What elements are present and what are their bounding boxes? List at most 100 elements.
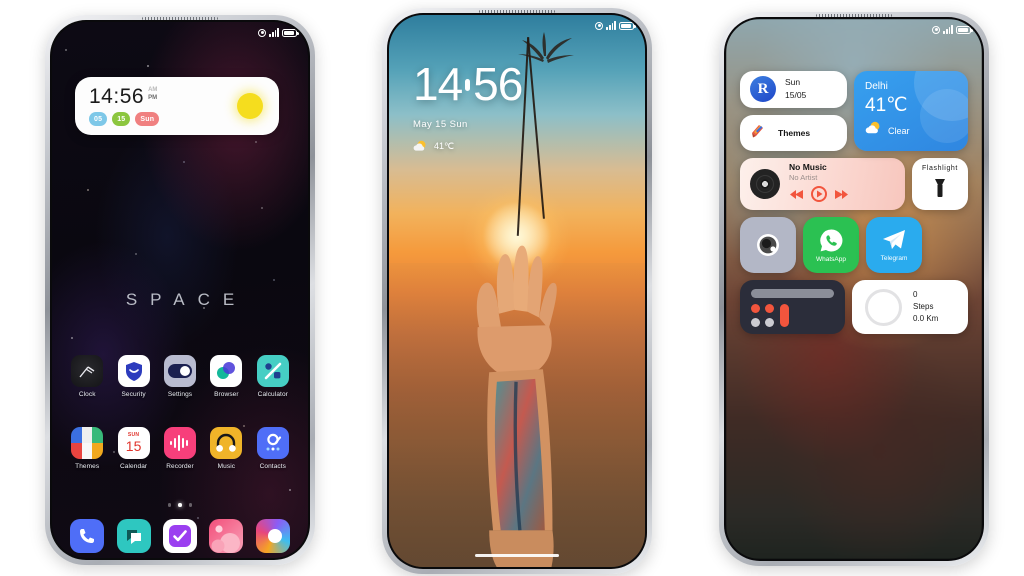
music-widget[interactable]: No Music No Artist xyxy=(740,158,905,210)
date-widget-text: Sun 15/05 xyxy=(785,76,806,102)
steps-value: 0 xyxy=(913,290,918,299)
themes-widget-label: Themes xyxy=(778,127,811,138)
steps-label: Steps xyxy=(913,302,934,311)
home-indicator[interactable] xyxy=(475,553,559,557)
widget-row-bottom: 0 Steps 0.0 Km xyxy=(740,280,968,334)
app-settings[interactable]: Settings xyxy=(157,355,203,398)
clock-widget-pills: 05 15 Sun xyxy=(89,112,237,126)
hand-silhouette xyxy=(476,245,557,567)
widget-grid: R Sun 15/05 Themes Delhi 41℃ Clear No Mu… xyxy=(740,71,968,341)
app-recorder[interactable]: Recorder xyxy=(157,427,203,470)
battery-icon xyxy=(282,28,299,37)
clock-widget[interactable]: 14:56 AM PM 05 15 Sun xyxy=(75,77,279,135)
clock-widget-pm: PM xyxy=(148,94,158,101)
steps-widget[interactable]: 0 Steps 0.0 Km xyxy=(852,280,968,334)
app-telegram[interactable]: Telegram xyxy=(866,217,922,273)
app-security[interactable]: Security xyxy=(110,355,156,398)
checkmark-icon[interactable] xyxy=(162,519,197,553)
signal-bars-icon xyxy=(943,25,953,34)
phone-3-status-bar xyxy=(932,25,973,34)
page-dot[interactable] xyxy=(188,503,193,507)
app-grid-row-1: Clock Security Settings Browser Calculat… xyxy=(64,355,296,398)
phone-2-screen: 14 56 May 15 Sun 41℃ xyxy=(389,15,645,567)
sun-icon xyxy=(237,93,263,119)
camera-punchhole-icon xyxy=(932,25,941,34)
pill-weekday: Sun xyxy=(135,112,160,126)
app-clock[interactable]: Clock xyxy=(64,355,110,398)
message-icon[interactable] xyxy=(116,519,151,553)
app-themes[interactable]: Themes xyxy=(64,427,110,470)
calculator-key[interactable] xyxy=(751,318,760,327)
lockscreen-hours: 14 xyxy=(413,58,463,110)
clock-widget-am: AM xyxy=(148,87,158,93)
gallery-icon[interactable] xyxy=(209,519,244,553)
camera-punchhole-icon xyxy=(258,28,267,37)
flashlight-widget[interactable]: Flashlight xyxy=(912,158,968,210)
calculator-keypad xyxy=(751,304,774,327)
weather-city: Delhi xyxy=(865,81,888,92)
music-artist: No Artist xyxy=(789,172,818,182)
app-camera[interactable] xyxy=(740,217,796,273)
phone-2-status-bar xyxy=(595,21,636,30)
whatsapp-icon xyxy=(819,228,842,251)
contacts-icon xyxy=(256,427,289,459)
earpiece-grille xyxy=(816,14,892,17)
camera-icon[interactable] xyxy=(255,519,290,553)
screenshot-stage: 14:56 AM PM 05 15 Sun SPACE Clock Securi… xyxy=(0,0,1024,576)
waveform-icon xyxy=(163,427,196,459)
themes-widget[interactable]: Themes xyxy=(740,114,847,151)
toggle-switch-icon xyxy=(163,355,196,387)
calculator-key[interactable] xyxy=(765,304,774,313)
phone-icon[interactable] xyxy=(70,519,105,553)
calculator-key[interactable] xyxy=(751,304,760,313)
music-title: No Music xyxy=(789,161,827,172)
app-contacts[interactable]: Contacts xyxy=(250,427,296,470)
app-label: Calendar xyxy=(120,463,148,470)
phone-2-bezel: 14 56 May 15 Sun 41℃ xyxy=(387,10,647,569)
camera-icon xyxy=(757,234,779,256)
pill-day: 15 xyxy=(112,112,131,126)
clock-icon xyxy=(71,355,104,387)
calculator-key[interactable] xyxy=(765,318,774,327)
next-track-icon[interactable] xyxy=(834,187,849,205)
date-widget-date: 15/05 xyxy=(785,90,807,101)
vinyl-record-icon xyxy=(750,169,780,199)
phone-3-screen: R Sun 15/05 Themes Delhi 41℃ Clear No Mu… xyxy=(726,19,982,559)
telegram-icon xyxy=(883,230,905,249)
phone-3-bezel: R Sun 15/05 Themes Delhi 41℃ Clear No Mu… xyxy=(724,14,984,561)
app-calculator[interactable]: Calculator xyxy=(250,355,296,398)
clock-widget-left: 14:56 AM PM 05 15 Sun xyxy=(89,86,237,126)
phone-1-bezel: 14:56 AM PM 05 15 Sun SPACE Clock Securi… xyxy=(50,17,310,560)
app-whatsapp[interactable]: WhatsApp xyxy=(803,217,859,273)
lockscreen-minutes: 56 xyxy=(473,58,523,110)
calculator-equals-key[interactable] xyxy=(780,304,789,327)
page-dot-active[interactable] xyxy=(178,503,182,507)
phone-1-home-screen: 14:56 AM PM 05 15 Sun SPACE Clock Securi… xyxy=(45,15,315,565)
weather-widget[interactable]: Delhi 41℃ Clear xyxy=(854,71,968,151)
previous-track-icon[interactable] xyxy=(789,187,804,205)
dock xyxy=(64,519,296,553)
date-widget[interactable]: R Sun 15/05 xyxy=(740,71,847,108)
calculator-keys xyxy=(751,304,834,327)
themes-grid-icon xyxy=(71,427,104,459)
left-widget-column: R Sun 15/05 Themes xyxy=(740,71,847,151)
time-separator xyxy=(465,78,471,91)
weather-condition-row: Clear xyxy=(865,120,910,142)
sun-cloud-icon xyxy=(865,120,882,142)
music-widget-text: No Music No Artist xyxy=(789,162,849,207)
app-label: Themes xyxy=(75,463,100,470)
page-dot[interactable] xyxy=(167,503,172,507)
phone-3-widget-screen: R Sun 15/05 Themes Delhi 41℃ Clear No Mu… xyxy=(719,12,989,566)
app-music[interactable]: Music xyxy=(203,427,249,470)
play-icon[interactable] xyxy=(811,185,827,207)
date-widget-day: Sun xyxy=(785,77,801,88)
music-controls xyxy=(789,185,849,207)
pill-month: 05 xyxy=(89,112,108,126)
app-label: Telegram xyxy=(880,255,908,262)
app-calendar[interactable]: SUN 15 Calendar xyxy=(110,427,156,470)
signal-bars-icon xyxy=(606,21,616,30)
app-browser[interactable]: Browser xyxy=(203,355,249,398)
calculator-widget[interactable] xyxy=(740,280,845,334)
app-label: Browser xyxy=(214,391,239,398)
app-grid-row-2: Themes SUN 15 Calendar Recorder Music Co… xyxy=(64,427,296,470)
